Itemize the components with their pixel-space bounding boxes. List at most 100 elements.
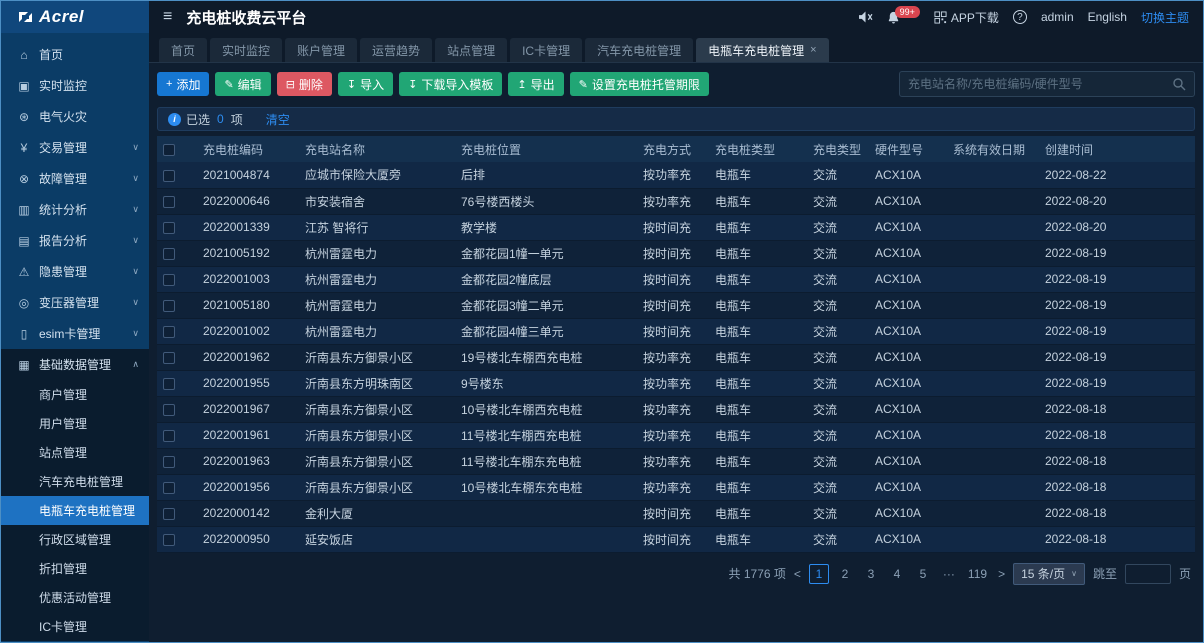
sidebar-subitem-1[interactable]: 用户管理 (1, 409, 149, 438)
username[interactable]: admin (1041, 10, 1074, 24)
search-input[interactable] (908, 77, 1166, 91)
row-checkbox[interactable] (163, 378, 175, 390)
table-cell (947, 214, 1039, 240)
import-button[interactable]: ↧导入 (338, 72, 393, 96)
table-cell: 电瓶车 (709, 188, 807, 214)
edit-button[interactable]: ✎编辑 (215, 72, 270, 96)
table-cell: 按时间充 (637, 318, 709, 344)
table-cell: 电瓶车 (709, 240, 807, 266)
sidebar-item-3[interactable]: ¥交易管理∨ (1, 132, 149, 163)
notification-bell-icon[interactable]: 99+ (887, 11, 920, 24)
export-button[interactable]: ↥导出 (508, 72, 563, 96)
row-checkbox[interactable] (163, 352, 175, 364)
sidebar-subitem-0[interactable]: 商户管理 (1, 380, 149, 409)
table-cell: 按功率充 (637, 474, 709, 500)
tab-close-icon[interactable]: × (810, 44, 816, 56)
sidebar-item-9[interactable]: ▯esim卡管理∨ (1, 318, 149, 349)
table-row: 2022001961沂南县东方御景小区11号楼北车棚西充电桩按功率充电瓶车交流A… (157, 422, 1195, 448)
row-checkbox[interactable] (163, 300, 175, 312)
jump-to-label: 跳至 (1093, 565, 1117, 582)
sidebar-subitem-2[interactable]: 站点管理 (1, 438, 149, 467)
table-cell: ACX10A (869, 240, 947, 266)
row-checkbox[interactable] (163, 430, 175, 442)
row-checkbox[interactable] (163, 534, 175, 546)
sidebar-item-10[interactable]: ▦基础数据管理∧ (1, 349, 149, 380)
tab-3[interactable]: 运营趋势 (360, 38, 432, 62)
sidebar-item-5[interactable]: ▥统计分析∨ (1, 194, 149, 225)
page-unit-label: 页 (1179, 565, 1191, 582)
row-checkbox-cell (157, 266, 197, 292)
download-template-button[interactable]: ↧下载导入模板 (399, 72, 502, 96)
page-button-1[interactable]: 1 (809, 564, 829, 584)
sidebar-subitem-5[interactable]: 行政区域管理 (1, 525, 149, 554)
theme-switch-link[interactable]: 切换主题 (1141, 9, 1189, 26)
next-page-button[interactable]: > (998, 567, 1005, 581)
sidebar-item-0[interactable]: ⌂首页 (1, 39, 149, 70)
add-button[interactable]: +添加 (157, 72, 209, 96)
sidebar-item-2[interactable]: ⊛电气火灾 (1, 101, 149, 132)
select-all-checkbox[interactable] (163, 144, 175, 156)
sidebar-subitem-8[interactable]: IC卡管理 (1, 612, 149, 641)
sidebar-item-4[interactable]: ⊗故障管理∨ (1, 163, 149, 194)
sidebar-item-8[interactable]: ◎变压器管理∨ (1, 287, 149, 318)
tab-2[interactable]: 账户管理 (285, 38, 357, 62)
table-cell: 按功率充 (637, 422, 709, 448)
row-checkbox-cell (157, 500, 197, 526)
row-checkbox[interactable] (163, 248, 175, 260)
row-checkbox[interactable] (163, 508, 175, 520)
clear-selection-link[interactable]: 清空 (266, 111, 290, 128)
row-checkbox[interactable] (163, 456, 175, 468)
sidebar-item-7[interactable]: ⚠隐患管理∨ (1, 256, 149, 287)
row-checkbox[interactable] (163, 170, 175, 182)
table-cell (947, 292, 1039, 318)
tab-7[interactable]: 电瓶车充电桩管理× (696, 38, 828, 62)
table-cell: 2022001003 (197, 266, 299, 292)
row-checkbox-cell (157, 162, 197, 188)
page-button-2[interactable]: 2 (835, 564, 855, 584)
row-checkbox[interactable] (163, 326, 175, 338)
table-cell: 2022001962 (197, 344, 299, 370)
sidebar-subitem-6[interactable]: 折扣管理 (1, 554, 149, 583)
table-cell: 2022-08-18 (1039, 448, 1195, 474)
row-checkbox[interactable] (163, 222, 175, 234)
main-area: ≡ 充电桩收费云平台 99+ APP下载 ? admin English 切换主… (149, 1, 1203, 642)
sidebar-item-1[interactable]: ▣实时监控 (1, 70, 149, 101)
set-hosting-period-button[interactable]: ✎设置充电桩托管期限 (570, 72, 709, 96)
sidebar-subitem-7[interactable]: 优惠活动管理 (1, 583, 149, 612)
tab-5[interactable]: IC卡管理 (510, 38, 582, 62)
sidebar-subitem-label: 行政区域管理 (39, 531, 111, 548)
app-download-link[interactable]: APP下载 (934, 9, 999, 26)
row-checkbox[interactable] (163, 482, 175, 494)
page-button-3[interactable]: 3 (861, 564, 881, 584)
page-button-119[interactable]: 119 (965, 564, 990, 584)
sidebar-item-6[interactable]: ▤报告分析∨ (1, 225, 149, 256)
mute-icon[interactable] (858, 11, 873, 23)
table-cell: 电瓶车 (709, 318, 807, 344)
page-size-select[interactable]: 15 条/页 ∨ (1013, 563, 1085, 585)
row-checkbox[interactable] (163, 274, 175, 286)
tab-4[interactable]: 站点管理 (435, 38, 507, 62)
row-checkbox[interactable] (163, 404, 175, 416)
tab-1[interactable]: 实时监控 (210, 38, 282, 62)
edit-icon: ✎ (579, 78, 588, 91)
search-icon[interactable] (1172, 77, 1186, 91)
page-button-5[interactable]: 5 (913, 564, 933, 584)
language-switch[interactable]: English (1088, 10, 1127, 24)
table-row: 2021005192杭州雷霆电力金都花园1幢一单元按时间充电瓶车交流ACX10A… (157, 240, 1195, 266)
prev-page-button[interactable]: < (794, 567, 801, 581)
collapse-menu-icon[interactable]: ≡ (163, 8, 172, 26)
sidebar-subitem-3[interactable]: 汽车充电桩管理 (1, 467, 149, 496)
jump-page-input[interactable] (1125, 564, 1171, 584)
selection-bar: i 已选 0 项 清空 (157, 107, 1195, 131)
tab-6[interactable]: 汽车充电桩管理 (585, 38, 693, 62)
row-checkbox-cell (157, 318, 197, 344)
table-cell: ACX10A (869, 266, 947, 292)
row-checkbox[interactable] (163, 196, 175, 208)
table-cell: 2022-08-18 (1039, 526, 1195, 552)
tab-0[interactable]: 首页 (159, 38, 207, 62)
sidebar-subitem-4[interactable]: 电瓶车充电桩管理 (1, 496, 149, 525)
help-icon[interactable]: ? (1013, 10, 1027, 24)
report-icon: ▤ (15, 234, 33, 248)
page-button-4[interactable]: 4 (887, 564, 907, 584)
delete-button[interactable]: ⊟删除 (277, 72, 332, 96)
